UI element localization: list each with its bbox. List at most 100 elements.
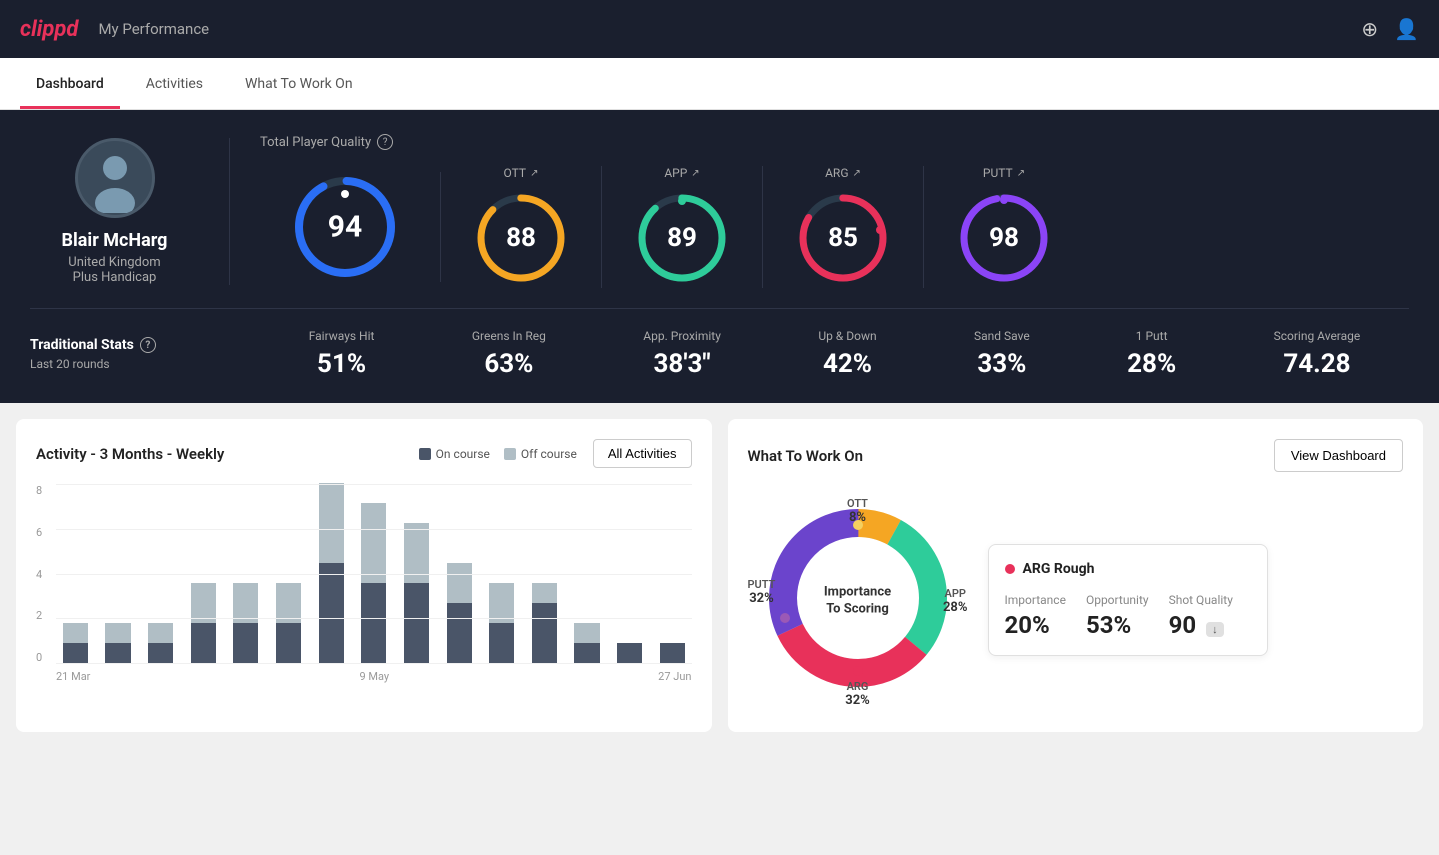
stat-sandsave-label: Sand Save <box>974 329 1030 343</box>
bar-group-10 <box>482 483 521 663</box>
app-trend-icon: ↗ <box>691 168 699 179</box>
tab-activities[interactable]: Activities <box>130 58 219 109</box>
arg-segment-label: ARG 32% <box>845 680 870 708</box>
chart-legend: On course Off course <box>419 447 577 461</box>
legend-off-course-label: Off course <box>521 447 577 461</box>
header-title: My Performance <box>98 20 209 38</box>
bar-on-14 <box>660 643 685 663</box>
bar-stack-11 <box>525 583 564 663</box>
app-seg-value: 28% <box>943 600 968 615</box>
x-label-may: 9 May <box>359 670 389 683</box>
putt-label-text: PUTT <box>983 166 1013 180</box>
bar-group-6 <box>312 483 351 663</box>
bar-stack-2 <box>141 623 180 663</box>
app-circle: APP ↗ 89 <box>602 166 763 288</box>
quality-label-text: Total Player Quality <box>260 135 371 150</box>
bar-on-4 <box>233 623 258 663</box>
arg-trend-icon: ↗ <box>853 168 861 179</box>
arg-seg-value: 32% <box>845 693 870 708</box>
app-seg-label-text: APP <box>943 587 968 600</box>
bar-chart <box>56 484 692 664</box>
stat-fairways: Fairways Hit 51% <box>309 329 375 379</box>
stat-oneputt-value: 28% <box>1127 349 1176 379</box>
work-on-content: Importance To Scoring OTT 8% APP 28% ARG… <box>748 488 1404 712</box>
ott-seg-label-text: OTT <box>847 497 868 510</box>
bar-off-9 <box>447 563 472 603</box>
bar-off-0 <box>63 623 88 643</box>
avatar-image <box>80 143 150 213</box>
putt-trend-icon: ↗ <box>1017 168 1025 179</box>
app-label-text: APP <box>664 166 687 180</box>
bar-group-8 <box>397 483 436 663</box>
stats-items: Fairways Hit 51% Greens In Reg 63% App. … <box>230 329 1409 379</box>
bar-off-8 <box>404 523 429 583</box>
putt-segment-label: PUTT 32% <box>748 578 776 606</box>
bar-on-12 <box>574 643 599 663</box>
ott-segment-label: OTT 8% <box>847 497 868 525</box>
quality-help-icon[interactable]: ? <box>377 134 393 150</box>
stats-help-icon[interactable]: ? <box>140 337 156 353</box>
x-label-mar: 21 Mar <box>56 670 90 683</box>
bar-stack-3 <box>184 583 223 663</box>
app-circle-wrapper: 89 <box>632 188 732 288</box>
stat-greens: Greens In Reg 63% <box>472 329 546 379</box>
arg-circle-wrapper: 85 <box>793 188 893 288</box>
info-card: ARG Rough Importance 20% Opportunity 53%… <box>988 544 1268 656</box>
activity-card-header: Activity - 3 Months - Weekly On course O… <box>36 439 692 468</box>
bar-off-11 <box>532 583 557 603</box>
arg-seg-label-text: ARG <box>845 680 870 693</box>
bar-on-13 <box>617 643 642 663</box>
app-value: 89 <box>667 223 697 253</box>
stats-title: Traditional Stats ? <box>30 337 200 353</box>
all-activities-button[interactable]: All Activities <box>593 439 692 468</box>
info-stat-opportunity-label: Opportunity <box>1086 593 1149 607</box>
bar-off-3 <box>191 583 216 623</box>
bar-stack-0 <box>56 623 95 663</box>
bar-stack-7 <box>354 503 393 663</box>
view-dashboard-button[interactable]: View Dashboard <box>1274 439 1403 472</box>
stat-scoring: Scoring Average 74.28 <box>1274 329 1361 379</box>
stat-fairways-value: 51% <box>309 349 375 379</box>
quality-circles: 94 OTT ↗ 88 <box>260 166 1409 288</box>
arg-value: 85 <box>828 223 858 253</box>
putt-label: PUTT ↗ <box>983 166 1025 180</box>
player-info: Blair McHarg United Kingdom Plus Handica… <box>30 138 230 285</box>
quality-label: Total Player Quality ? <box>260 134 1409 150</box>
hero-top: Blair McHarg United Kingdom Plus Handica… <box>30 134 1409 288</box>
bar-group-4 <box>227 483 266 663</box>
stat-proximity-value: 38'3" <box>643 349 721 379</box>
quality-section: Total Player Quality ? 94 <box>230 134 1409 288</box>
bar-off-4 <box>233 583 258 623</box>
app-label: APP ↗ <box>664 166 699 180</box>
tab-what-to-work-on[interactable]: What To Work On <box>229 58 369 109</box>
add-icon[interactable]: ⊕ <box>1361 17 1378 41</box>
tab-dashboard[interactable]: Dashboard <box>20 58 120 109</box>
player-country: United Kingdom <box>68 255 160 270</box>
y-axis-labels: 0 2 4 6 8 <box>36 484 42 664</box>
bar-stack-13 <box>610 643 649 663</box>
bar-on-1 <box>105 643 130 663</box>
bar-group-13 <box>610 483 649 663</box>
info-card-title: ARG Rough <box>1005 561 1251 577</box>
legend-off-course: Off course <box>504 447 577 461</box>
bottom-section: Activity - 3 Months - Weekly On course O… <box>0 403 1439 748</box>
header-left: clippd My Performance <box>20 17 209 42</box>
bar-stack-12 <box>568 623 607 663</box>
stat-proximity: App. Proximity 38'3" <box>643 329 721 379</box>
user-avatar-icon[interactable]: 👤 <box>1394 17 1419 41</box>
info-stat-importance-value: 20% <box>1005 611 1066 639</box>
info-stat-shotquality: Shot Quality 90 ↓ <box>1169 593 1233 639</box>
stat-proximity-label: App. Proximity <box>643 329 721 343</box>
ott-seg-value: 8% <box>847 510 868 525</box>
bar-group-3 <box>184 483 223 663</box>
bar-on-9 <box>447 603 472 663</box>
bar-group-9 <box>440 483 479 663</box>
info-dot <box>1005 564 1015 574</box>
donut-center-text: Importance To Scoring <box>824 583 891 616</box>
player-handicap: Plus Handicap <box>73 270 157 285</box>
bar-group-11 <box>525 483 564 663</box>
bar-group-7 <box>354 483 393 663</box>
bar-group-0 <box>56 483 95 663</box>
arg-circle: ARG ↗ 85 <box>763 166 924 288</box>
putt-circle: PUTT ↗ 98 <box>924 166 1084 288</box>
